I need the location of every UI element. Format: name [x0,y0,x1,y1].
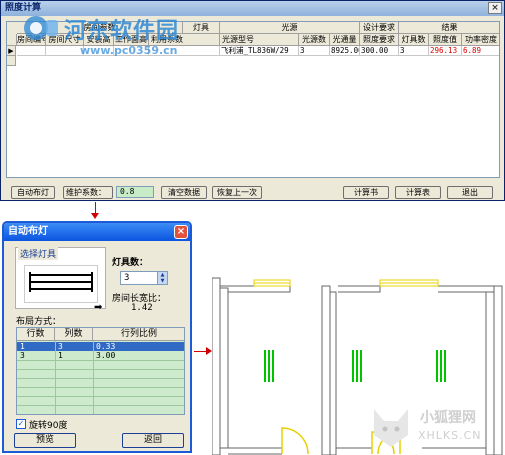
window-title: 照度计算 [5,3,42,13]
fixture-select-label: 选择灯具 [18,247,59,260]
aspect-ratio-value: 1.42 [131,303,153,313]
cell-illuminance-value[interactable]: 296.13 [429,46,462,56]
site-logo-icon [24,16,58,40]
cell-source-count[interactable]: 3 [299,46,330,56]
cell-illuminance-req[interactable]: 300.00 [360,46,399,56]
dialog-title-bar: 自动布灯 × [4,223,190,241]
lamp-fixture-icon [264,350,276,382]
col-source-model[interactable]: 光源型号 [220,34,299,46]
arrow-down-icon [91,213,99,219]
list-cell-ratio: 0.33 [96,342,116,351]
fixture-pick-arrow-icon[interactable]: ➡ [94,302,102,313]
clear-data-button[interactable]: 清空数据 [161,186,207,199]
tube-line [29,274,93,276]
lamp-count-stepper[interactable]: 3 ▲ ▼ [120,271,168,285]
watermark-site-name: 河东软件园 [64,18,180,44]
calc-book-button[interactable]: 计算书 [343,186,389,199]
col-illuminance-req[interactable]: 照度要求 [360,34,399,46]
list-item[interactable]: 3 1 3.00 [17,351,184,360]
col-luminous-flux[interactable]: 光通量 [330,34,360,46]
back-button[interactable]: 返回 [122,433,184,448]
spinner-arrows-icon[interactable]: ▲ ▼ [157,272,167,284]
fox-logo-icon [374,409,408,447]
maint-factor-label: 维护系数： [63,186,113,199]
list-gridline [17,396,184,397]
lamp-count-value[interactable]: 3 [124,272,129,285]
list-col-ratio: 行列比例 [93,328,184,341]
col-illuminance-value[interactable]: 照度值 [429,34,462,46]
preview-button[interactable]: 预览 [14,433,76,448]
list-cell-cols: 1 [58,351,63,360]
fixture-select-group: 选择灯具 ➡ [15,247,106,313]
layout-mode-label: 布局方式： [16,317,62,327]
close-icon[interactable]: × [488,2,502,14]
cell-source-model[interactable]: 飞利浦_TL836W/29 [220,46,299,56]
exit-button[interactable]: 退出 [447,186,493,199]
lamp-fixture-icon [352,350,364,382]
group-light-source: 光源 [220,22,360,34]
connector-right-line [194,351,206,352]
calc-table-button[interactable]: 计算表 [395,186,441,199]
group-results: 结果 [399,22,499,34]
maint-factor-input[interactable]: 0.8 [116,186,154,198]
layout-mode-list[interactable]: 行数 列数 行列比例 1 3 0.33 3 1 3.00 [16,327,185,415]
list-col-rows: 行数 [17,328,55,341]
list-gridline [17,405,184,406]
lamp-count-label: 灯具数： [112,258,149,268]
list-gridline [17,360,184,361]
corner-watermark-domain: XHLKS.CN [418,429,482,442]
auto-layout-button[interactable]: 自动布灯 [11,186,55,199]
list-cell-rows: 1 [20,342,25,351]
restore-previous-button[interactable]: 恢复上一次 [212,186,262,199]
fixture-picture[interactable] [24,265,98,303]
tube-line [29,288,93,290]
list-col-cols: 列数 [55,328,93,341]
watermark-url: www.pc0359.cn [80,44,178,57]
rotate-90-label: 旋转90度 [29,421,68,431]
col-fixture-count[interactable]: 灯具数 [399,34,429,46]
list-cell-cols: 3 [58,342,63,351]
list-cell-ratio: 3.00 [96,351,116,360]
tube-end [91,272,93,292]
auto-layout-dialog: 自动布灯 × 选择灯具 ➡ 灯具数： 3 ▲ ▼ 房间长宽比： 1.42 布局方式… [2,221,192,453]
cell-room-no[interactable] [17,46,46,56]
list-cell-rows: 3 [20,351,25,360]
group-fixture: 灯具 [183,22,220,34]
lamp-fixture-icon [436,350,448,382]
corner-cell [7,34,17,46]
list-item[interactable]: 1 3 0.33 [17,342,184,351]
tube-end [29,272,31,292]
row-indicator-empty [7,56,16,66]
row-indicator-icon[interactable]: ▶ [7,46,16,56]
list-gridline [17,387,184,388]
cell-luminous-flux[interactable]: 8925.00 [330,46,360,56]
col-source-count[interactable]: 光源数 [299,34,330,46]
cell-fixture-count[interactable]: 3 [399,46,429,56]
list-gridline [17,378,184,379]
col-power-density[interactable]: 功率密度 [462,34,499,46]
cell-room-size[interactable] [46,46,84,56]
group-design-req: 设计要求 [360,22,399,34]
rotate-90-checkbox[interactable]: ✓ [16,419,26,429]
corner-watermark-name: 小狐狸网 [420,410,476,426]
dialog-title: 自动布灯 [8,226,48,237]
cell-power-density[interactable]: 6.89 [462,46,499,56]
list-gridline [17,369,184,370]
close-icon[interactable]: × [174,225,188,239]
tube-line [29,281,93,283]
